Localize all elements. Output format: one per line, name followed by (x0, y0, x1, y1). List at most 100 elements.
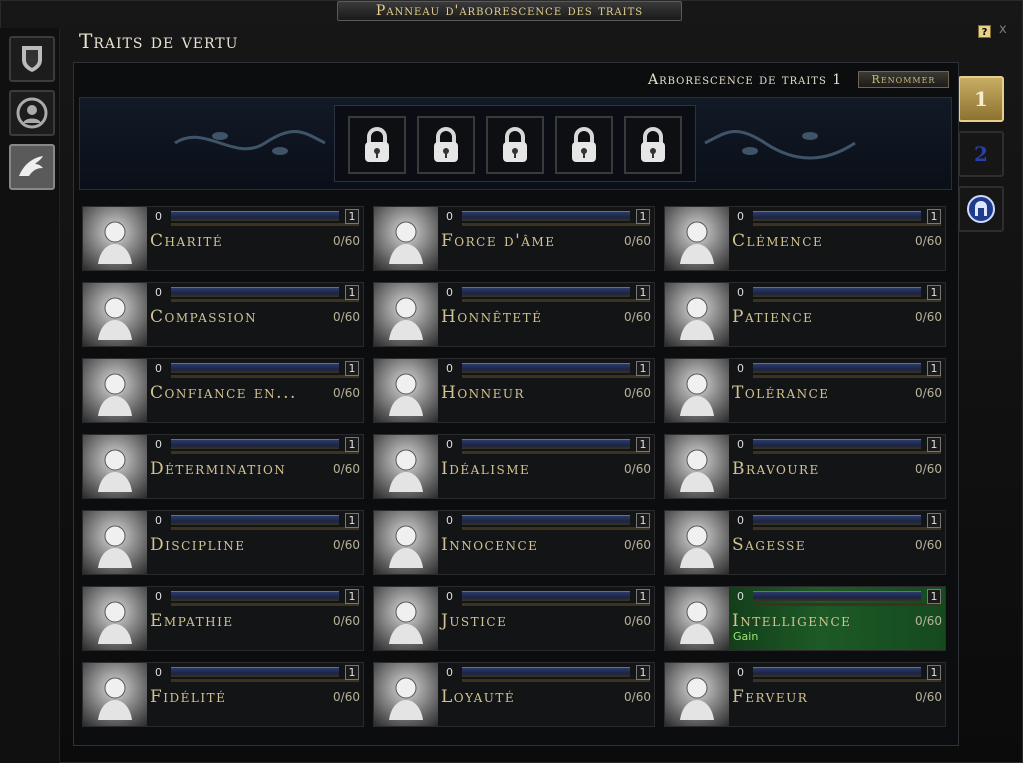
shield-emblem-icon (389, 601, 423, 644)
trait-count: 0/60 (915, 614, 942, 628)
rank-progress-underline (171, 527, 359, 530)
trait-card[interactable]: 0 1 Charité 0/60 (82, 206, 364, 271)
rank-next: 1 (636, 513, 650, 528)
rank-progress-underline (753, 679, 941, 682)
trait-card[interactable]: 0 1 Compassion 0/60 (82, 282, 364, 347)
trait-name: Justice (441, 611, 508, 631)
trait-portrait (374, 663, 438, 726)
trait-count: 0/60 (333, 234, 360, 248)
ranger-icon (680, 449, 714, 492)
close-button[interactable]: x (999, 22, 1007, 37)
trait-count: 0/60 (915, 690, 942, 704)
rank-progress-underline (753, 603, 941, 606)
trait-card[interactable]: 0 1 Innocence 0/60 (373, 510, 655, 575)
trait-card[interactable]: 0 1 Détermination 0/60 (82, 434, 364, 499)
equipped-trait-slot[interactable] (486, 116, 544, 174)
trait-count: 0/60 (915, 386, 942, 400)
trait-name: Honnêteté (441, 307, 543, 327)
winged-sword-icon (389, 525, 423, 568)
trait-portrait (83, 283, 147, 346)
trait-card[interactable]: 0 1 Honneur 0/60 (373, 358, 655, 423)
tree-tab-1[interactable]: 1 (958, 76, 1004, 122)
trait-card[interactable]: 0 1 Confiance en... 0/60 (82, 358, 364, 423)
trait-card[interactable]: 0 1 Empathie 0/60 (82, 586, 364, 651)
trait-card[interactable]: 0 1 Patience 0/60 (664, 282, 946, 347)
trait-portrait (374, 435, 438, 498)
tab-class-traits[interactable] (9, 36, 55, 82)
trait-card[interactable]: 0 1 Intelligence 0/60 Gain (664, 586, 946, 651)
trait-portrait (83, 207, 147, 270)
rank-min: 0 (737, 438, 744, 451)
trait-portrait (665, 283, 729, 346)
trait-card[interactable]: 0 1 Clémence 0/60 (664, 206, 946, 271)
rank-next: 1 (927, 285, 941, 300)
trait-card[interactable]: 0 1 Fidélité 0/60 (82, 662, 364, 727)
trait-name: Sagesse (732, 535, 807, 555)
rank-min: 0 (446, 666, 453, 679)
trait-portrait (83, 435, 147, 498)
trait-name: Fidélité (150, 687, 227, 707)
trait-card[interactable]: 0 1 Idéalisme 0/60 (373, 434, 655, 499)
rank-min: 0 (155, 590, 162, 603)
maiden-icon (680, 221, 714, 264)
tree-tab-helmet[interactable] (958, 186, 1004, 232)
orc-icon (98, 525, 132, 568)
rank-progress-bar (171, 363, 339, 373)
equipped-trait-slot[interactable] (624, 116, 682, 174)
tree-tab-2[interactable]: 2 (958, 131, 1004, 177)
trait-portrait (374, 587, 438, 650)
trait-name: Charité (150, 231, 224, 251)
trait-portrait (665, 587, 729, 650)
trait-card[interactable]: 0 1 Sagesse 0/60 (664, 510, 946, 575)
rank-progress-bar (171, 591, 339, 601)
elf-icon (98, 297, 132, 340)
tab-virtue-traits[interactable] (9, 144, 55, 190)
trait-name: Tolérance (732, 383, 830, 403)
equipped-trait-slot[interactable] (417, 116, 475, 174)
help-button[interactable]: ? (978, 25, 991, 38)
trait-count: 0/60 (624, 310, 651, 324)
trait-name: Empathie (150, 611, 234, 631)
rank-next: 1 (345, 361, 359, 376)
trait-name: Confiance en... (150, 383, 297, 403)
rank-progress-bar (171, 667, 339, 677)
trait-card[interactable]: 0 1 Justice 0/60 (373, 586, 655, 651)
trait-count: 0/60 (333, 310, 360, 324)
twin-figures-icon (98, 677, 132, 720)
rank-min: 0 (155, 666, 162, 679)
trait-card[interactable]: 0 1 Discipline 0/60 (82, 510, 364, 575)
trait-name: Détermination (150, 459, 287, 479)
page-title: Traits de vertu (79, 29, 239, 53)
trait-count: 0/60 (333, 614, 360, 628)
emblem-icon (389, 373, 423, 416)
tab-racial-traits[interactable] (9, 90, 55, 136)
rank-min: 0 (737, 666, 744, 679)
rank-progress-bar (462, 363, 630, 373)
rank-min: 0 (155, 286, 162, 299)
trait-portrait (665, 511, 729, 574)
rank-progress-underline (171, 299, 359, 302)
equipped-trait-slot[interactable] (348, 116, 406, 174)
padlock-icon (365, 127, 389, 162)
trait-count: 0/60 (333, 462, 360, 476)
helmet-icon (967, 195, 995, 223)
rank-min: 0 (155, 514, 162, 527)
rank-min: 0 (737, 514, 744, 527)
trait-card[interactable]: 0 1 Bravoure 0/60 (664, 434, 946, 499)
rank-progress-bar (171, 515, 339, 525)
trait-card[interactable]: 0 1 Honnêteté 0/60 (373, 282, 655, 347)
equipped-trait-slot[interactable] (555, 116, 613, 174)
rank-next: 1 (927, 513, 941, 528)
trait-name: Force d'âme (441, 231, 556, 251)
trait-card[interactable]: 0 1 Tolérance 0/60 (664, 358, 946, 423)
rank-progress-underline (462, 679, 650, 682)
rank-next: 1 (345, 285, 359, 300)
trait-count: 0/60 (624, 538, 651, 552)
trait-card[interactable]: 0 1 Loyauté 0/60 (373, 662, 655, 727)
rank-next: 1 (927, 437, 941, 452)
trait-card[interactable]: 0 1 Ferveur 0/60 (664, 662, 946, 727)
hooded-face-icon (98, 449, 132, 492)
rename-button[interactable]: Renommer (858, 71, 949, 88)
window-title[interactable]: Panneau d'arborescence des traits (337, 1, 682, 21)
trait-card[interactable]: 0 1 Force d'âme 0/60 (373, 206, 655, 271)
